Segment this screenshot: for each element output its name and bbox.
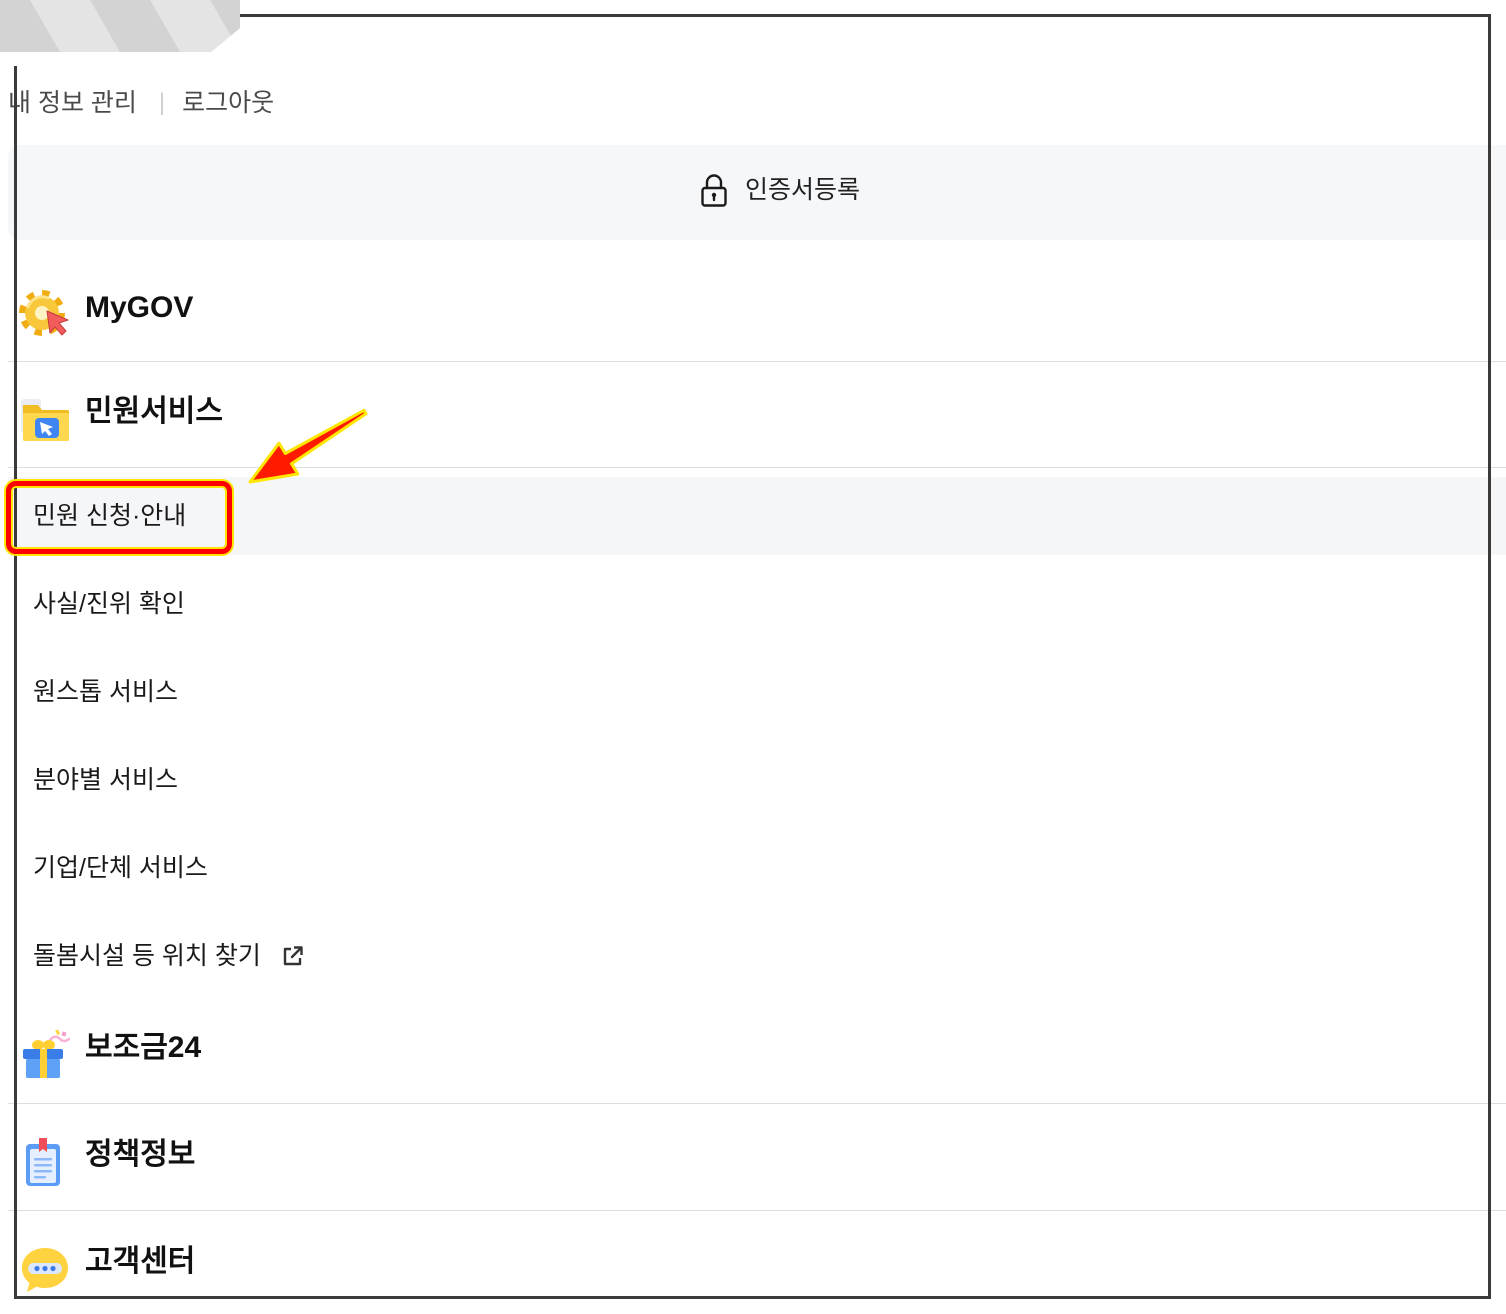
submenu-item-content: 분야별 서비스: [33, 741, 178, 819]
submenu-item-label: 민원 신청·안내: [33, 502, 187, 530]
submenu-item-care-facility-finder[interactable]: 돌봄시설 등 위치 찾기: [8, 917, 1506, 995]
menu-section-policy[interactable]: 정책정보: [8, 1104, 1506, 1210]
submenu-item-onestop[interactable]: 원스톱 서비스: [8, 653, 1506, 731]
submenu-item-content: 민원 신청·안내: [33, 477, 186, 555]
menu-section-title: 고객센터: [85, 1245, 196, 1278]
submenu-item-civil-apply[interactable]: 민원 신청·안내: [8, 477, 1506, 555]
cert-register-button[interactable]: 인증서등록: [8, 145, 1506, 240]
submenu-item-content: 사실/진위 확인: [33, 565, 185, 643]
menu-section-title: MyGOV: [85, 291, 194, 324]
cert-register-content: 인증서등록: [698, 145, 860, 235]
mobile-menu-page: 내 정보 관리 | 로그아웃 인증서등록 MyGOV 민원서비스 민원 신청·안…: [0, 0, 1506, 1314]
logout-link[interactable]: 로그아웃: [182, 85, 274, 121]
menu-section-customer-center[interactable]: 고객센터: [8, 1211, 1506, 1314]
folder-cursor-icon: [21, 399, 69, 441]
menu-section-title: 보조금24: [85, 1031, 202, 1064]
gear-cursor-icon: [19, 290, 69, 336]
cert-register-label: 인증서등록: [745, 176, 861, 204]
submenu-item-content: 기업/단체 서비스: [33, 829, 208, 907]
menu-section-subsidy[interactable]: 보조금24: [8, 1000, 1506, 1103]
submenu-item-label: 사실/진위 확인: [33, 590, 185, 618]
top-links-separator: |: [158, 89, 166, 116]
submenu-item-content: 원스톱 서비스: [33, 653, 178, 731]
submenu-item-label: 돌봄시설 등 위치 찾기: [33, 942, 261, 970]
external-link-icon: [283, 946, 303, 966]
lock-icon: [701, 174, 727, 207]
gift-box-icon: [23, 1029, 71, 1078]
menu-section-title: 민원서비스: [85, 395, 223, 428]
decorative-corner-image: [0, 0, 240, 52]
chat-bubble-icon: [22, 1248, 68, 1292]
submenu-item-label: 분야별 서비스: [33, 766, 178, 794]
submenu-item-label: 원스톱 서비스: [33, 678, 178, 706]
submenu-item-label: 기업/단체 서비스: [33, 854, 208, 882]
menu-section-mygov[interactable]: MyGOV: [8, 255, 1506, 361]
top-links: 내 정보 관리 | 로그아웃: [8, 85, 274, 121]
submenu-item-by-field[interactable]: 분야별 서비스: [8, 741, 1506, 819]
menu-section-civil-service[interactable]: 민원서비스: [8, 362, 1506, 467]
divider: [8, 467, 1506, 468]
menu-section-title: 정책정보: [85, 1138, 196, 1171]
submenu-item-content: 돌봄시설 등 위치 찾기: [33, 917, 305, 995]
submenu-item-business[interactable]: 기업/단체 서비스: [8, 829, 1506, 907]
my-info-link[interactable]: 내 정보 관리: [8, 85, 137, 121]
clipboard-icon: [26, 1138, 60, 1186]
submenu-item-fact-check[interactable]: 사실/진위 확인: [8, 565, 1506, 643]
